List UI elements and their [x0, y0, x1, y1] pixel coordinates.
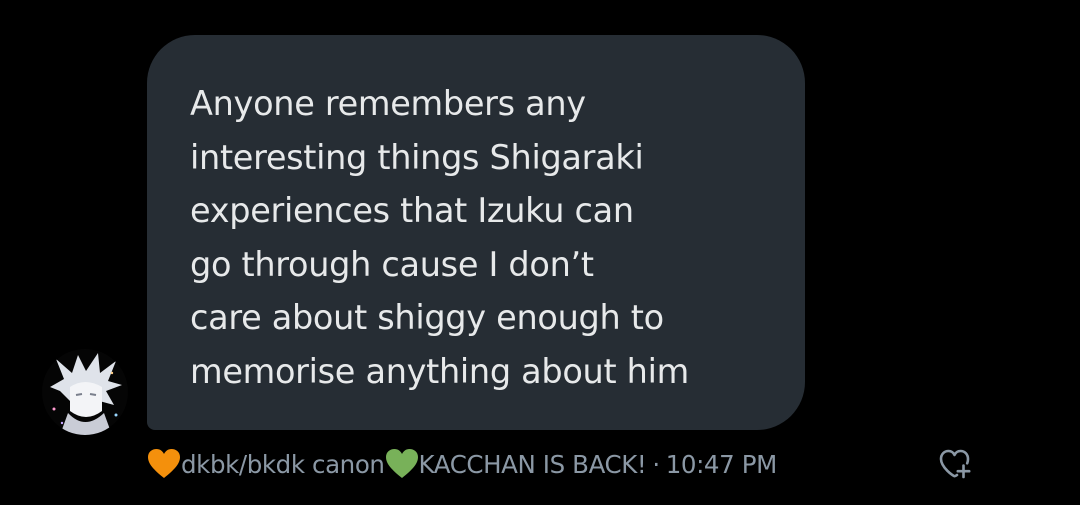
sender-name-part1: dkbk/bkdk canon: [181, 449, 385, 479]
message-meta: dkbk/bkdk canon KACCHAN IS BACK! · 10:47…: [147, 444, 777, 484]
avatar-image: [42, 349, 128, 435]
orange-heart-icon: [147, 448, 181, 480]
message-timestamp: 10:47 PM: [665, 449, 778, 479]
green-heart-icon: [385, 448, 419, 480]
add-reaction-button[interactable]: [933, 444, 977, 484]
message-text: Anyone remembers any interesting things …: [190, 84, 689, 391]
avatar[interactable]: [42, 349, 128, 435]
message-bubble[interactable]: Anyone remembers any interesting things …: [147, 35, 805, 430]
sender-name-part2: KACCHAN IS BACK!: [418, 449, 647, 479]
heart-plus-icon: [939, 449, 971, 479]
meta-separator: ·: [652, 449, 660, 479]
